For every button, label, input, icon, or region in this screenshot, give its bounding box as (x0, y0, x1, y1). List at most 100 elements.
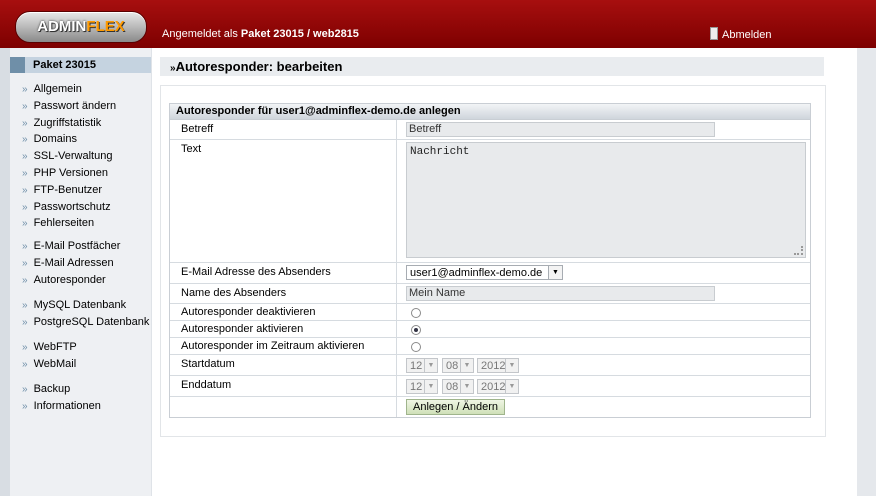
sidebar-item[interactable]: » E-Mail Adressen (22, 255, 120, 272)
logout-link[interactable]: Abmelden (710, 27, 772, 41)
chevron-right-icon: » (22, 201, 28, 213)
sender-name-input[interactable]: Mein Name (406, 286, 715, 301)
sidebar-item-label: E-Mail Adressen (33, 256, 114, 269)
row-subject: Betreff Betreff (170, 120, 810, 140)
sidebar-item[interactable]: » SSL-Verwaltung (22, 148, 116, 165)
chevron-right-icon: » (22, 300, 28, 311)
sidebar-group: » E-Mail Postfächer » E-Mail Adressen » Autor… (22, 238, 120, 288)
sidebar-item-label: Zugriffstatistik (33, 116, 102, 129)
row-text: Text Nachricht (170, 140, 810, 263)
sidebar-item[interactable]: » PostgreSQL Datenbank (22, 314, 149, 331)
chevron-down-icon: ▼ (548, 266, 562, 279)
chevron-right-icon: » (22, 84, 28, 95)
sidebar-item-label: Informationen (33, 399, 101, 412)
sidebar-item-label: WebMail (33, 357, 77, 370)
top-header: ADMINFLEX Angemeldet als Paket 23015 / w… (0, 0, 876, 48)
sidebar-item-label: WebFTP (33, 341, 77, 353)
sidebar-item-label: Allgemein (33, 83, 82, 95)
chevron-right-icon: » (22, 117, 28, 129)
sidebar-item[interactable]: » Domains (22, 131, 116, 148)
autoresponder-form: Autoresponder für user1@adminflex-demo.d… (169, 103, 811, 418)
sidebar-item-label: SSL-Verwaltung (33, 150, 113, 163)
chevron-right-icon: » (22, 384, 28, 395)
sidebar-item-label: E-Mail Postfächer (33, 240, 121, 252)
end-year-select[interactable]: 2012 ▼ (477, 379, 519, 394)
chevron-right-icon: » (22, 257, 28, 269)
chevron-right-icon: » (22, 241, 28, 252)
chevron-down-icon: ▼ (505, 359, 518, 372)
sidebar-item[interactable]: » WebMail (22, 356, 77, 373)
row-sender-name: Name des Absenders Mein Name (170, 284, 810, 304)
sidebar-item[interactable]: » FTP-Benutzer (22, 182, 116, 199)
sidebar-item-label: PHP Versionen (33, 166, 108, 179)
radio-activate[interactable] (411, 325, 421, 335)
sidebar-group: » WebFTP » WebMail (22, 339, 77, 373)
sidebar-item[interactable]: » WebFTP (22, 339, 77, 356)
resize-grip-icon[interactable] (794, 246, 803, 255)
chevron-right-icon: » (22, 316, 28, 328)
form-heading: Autoresponder für user1@adminflex-demo.d… (170, 104, 810, 120)
row-end-date: Enddatum 12 ▼ 08 ▼ 2012 ▼ (170, 376, 810, 397)
chevron-right-icon: » (22, 151, 28, 163)
row-deactivate: Autoresponder deaktivieren (170, 304, 810, 321)
sidebar-item[interactable]: » Informationen (22, 398, 101, 415)
chevron-right-icon: » (22, 167, 28, 179)
page-title: »Autoresponder: bearbeiten (170, 59, 343, 74)
start-day-select[interactable]: 12 ▼ (406, 358, 438, 373)
end-day-select[interactable]: 12 ▼ (406, 379, 438, 394)
end-month-select[interactable]: 08 ▼ (442, 379, 474, 394)
chevron-right-icon: » (22, 342, 28, 353)
sidebar-item-label: PostgreSQL Datenbank (33, 315, 150, 328)
row-start-date: Startdatum 12 ▼ 08 ▼ 2012 ▼ (170, 355, 810, 376)
sidebar-item-label: Autoresponder (33, 273, 106, 286)
radio-period[interactable] (411, 342, 421, 352)
sidebar-group: » Backup » Informationen (22, 381, 101, 415)
sidebar-item[interactable]: » Allgemein (22, 81, 116, 98)
radio-deactivate[interactable] (411, 308, 421, 318)
chevron-right-icon: » (22, 274, 28, 286)
sidebar-item-label: MySQL Datenbank (33, 299, 127, 311)
sidebar-item[interactable]: » MySQL Datenbank (22, 297, 149, 314)
subject-input[interactable]: Betreff (406, 122, 715, 137)
submit-button[interactable]: Anlegen / Ändern (406, 399, 506, 415)
row-sender-email: E-Mail Adresse des Absenders user1@admin… (170, 263, 810, 284)
row-period: Autoresponder im Zeitraum aktivieren (170, 338, 810, 355)
chevron-right-icon: » (22, 184, 28, 196)
chevron-right-icon: » (22, 134, 28, 146)
sidebar-item[interactable]: » Zugriffstatistik (22, 115, 116, 132)
sender-email-select[interactable]: user1@adminflex-demo.de ▼ (406, 265, 563, 280)
chevron-down-icon: ▼ (424, 359, 437, 372)
account-name: Paket 23015 / web2815 (240, 28, 359, 40)
start-year-select[interactable]: 2012 ▼ (477, 358, 519, 373)
chevron-down-icon: ▼ (424, 380, 437, 393)
chevron-right-icon: » (22, 358, 28, 370)
sidebar-item[interactable]: » Backup (22, 381, 101, 398)
sidebar-heading: Paket 23015 (5, 57, 151, 73)
sidebar-item[interactable]: » Autoresponder (22, 272, 120, 289)
sidebar-item[interactable]: » Passwort ändern (22, 98, 116, 115)
chevron-right-icon: » (22, 100, 28, 112)
sidebar-item-label: FTP-Benutzer (33, 183, 103, 196)
sidebar-item-label: Fehlerseiten (33, 217, 95, 230)
right-scroll-area (857, 48, 876, 496)
sidebar-item-label: Backup (33, 383, 71, 395)
row-submit: Anlegen / Ändern (170, 397, 810, 417)
chevron-down-icon: ▼ (460, 359, 473, 372)
sidebar-item[interactable]: » Fehlerseiten (22, 215, 116, 232)
sidebar-item[interactable]: » E-Mail Postfächer (22, 238, 120, 255)
text-textarea[interactable]: Nachricht (406, 142, 806, 258)
start-month-select[interactable]: 08 ▼ (442, 358, 474, 373)
page-title-bar: »Autoresponder: bearbeiten (160, 57, 824, 76)
sidebar-item[interactable]: » Passwortschutz (22, 199, 116, 216)
chevron-right-icon: » (22, 400, 28, 412)
sidebar-group: » MySQL Datenbank » PostgreSQL Datenbank (22, 297, 149, 331)
chevron-down-icon: ▼ (505, 380, 518, 393)
door-icon (710, 27, 718, 40)
sidebar-item[interactable]: » PHP Versionen (22, 165, 116, 182)
chevron-down-icon: ▼ (460, 380, 473, 393)
sidebar-item-label: Domains (33, 133, 77, 146)
chevron-right-icon: » (22, 218, 28, 230)
sidebar-group: » Allgemein » Passwort ändern » Zugriffstatis… (22, 81, 116, 232)
adminflex-logo[interactable]: ADMINFLEX (15, 11, 147, 43)
sidebar-item-label: Passwortschutz (33, 200, 111, 213)
